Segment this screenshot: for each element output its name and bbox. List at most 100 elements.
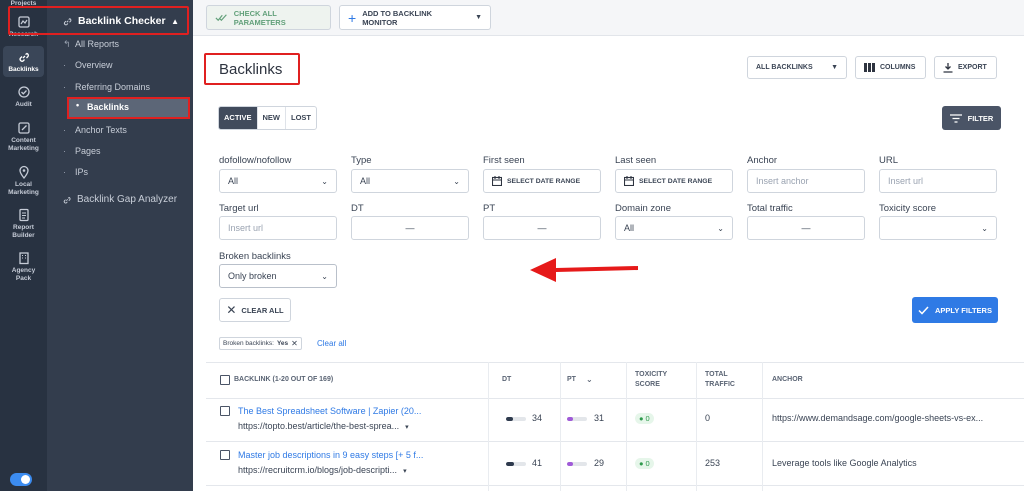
clear-all-button[interactable]: ✕ CLEAR ALL [219,298,291,322]
export-button[interactable]: EXPORT [934,56,997,79]
column-header-anchor[interactable]: ANCHOR [772,362,872,398]
column-header-dt[interactable]: DT [502,362,542,398]
rail-audit[interactable]: Audit [0,85,47,109]
sidebar-item-label: Overview [75,60,113,70]
target-url-input[interactable]: Insert url [219,216,337,240]
column-header-toxicity[interactable]: TOXICITY SCORE [635,362,681,398]
table-row-border [206,441,1024,442]
tab-new[interactable]: NEW [258,107,287,129]
range-separator: — [537,223,547,233]
type-label: Type [351,155,372,166]
rail-agency-pack[interactable]: Agency Pack [0,251,47,282]
pt-value: 31 [594,413,605,423]
sidebar-item-pages[interactable]: · Pages [63,143,101,159]
dt-bar-fill [506,417,513,421]
url-input[interactable]: Insert url [879,169,997,193]
rail-backlinks[interactable]: Backlinks [3,46,44,77]
total-traffic-range-input[interactable]: — [747,216,865,240]
bullet-icon: · [63,82,66,92]
rail-local-marketing[interactable]: Local Marketing [0,165,47,196]
sidebar-section-backlink-checker[interactable]: Backlink Checker ▲ [55,8,187,34]
type-select[interactable]: All ⌄ [351,169,469,193]
dofollow-select[interactable]: All ⌄ [219,169,337,193]
chevron-down-icon: ⌄ [321,176,328,186]
domain-zone-value: All [624,223,635,233]
toxicity-select[interactable]: ⌄ [879,216,997,240]
range-separator: — [405,223,415,233]
add-to-monitor-button[interactable]: + ADD TO BACKLINK MONITOR ▼ [339,5,491,30]
sidebar-item-ips[interactable]: · IPs [63,164,88,180]
sidebar-item-overview[interactable]: · Overview [63,57,113,73]
apply-filters-button[interactable]: APPLY FILTERS [912,297,998,323]
rail-report-builder[interactable]: Report Builder [0,208,47,239]
sidebar-item-all-reports[interactable]: ↰ All Reports [63,36,120,52]
sidebar-item-referring-domains[interactable]: · Referring Domains [63,79,151,95]
range-separator: — [801,223,811,233]
column-divider [762,362,763,491]
dofollow-value: All [228,176,239,186]
backlink-title-link[interactable]: Master job descriptions in 9 easy steps … [238,450,423,460]
columns-label: COLUMNS [880,64,916,71]
export-label: EXPORT [958,64,987,71]
dt-range-input[interactable]: — [351,216,469,240]
domain-zone-select[interactable]: All ⌄ [615,216,733,240]
column-header-backlink[interactable]: BACKLINK (1-20 OUT OF 169) [234,362,474,398]
all-backlinks-label: ALL BACKLINKS [756,64,813,71]
sidebar-item-label: Referring Domains [75,82,151,92]
bullet-icon: · [63,60,66,70]
rail-agency-label: Agency Pack [11,267,36,282]
chevron-down-icon: ⌄ [717,223,724,233]
clear-all-label: CLEAR ALL [241,305,284,315]
type-value: All [360,176,371,186]
caret-down-icon: ▾ [405,424,409,431]
first-seen-date-picker[interactable]: SELECT DATE RANGE [483,169,601,193]
backlink-url[interactable]: https://topto.best/article/the-best-spre… [238,421,409,431]
columns-button[interactable]: COLUMNS [855,56,926,79]
filter-icon [949,113,962,123]
pt-range-input[interactable]: — [483,216,601,240]
backlink-title-link[interactable]: The Best Spreadsheet Software | Zapier (… [238,406,421,416]
rail-report-label: Report Builder [12,224,35,239]
tab-active[interactable]: ACTIVE [219,107,258,129]
chip-label: Broken backlinks: [223,340,274,347]
backlink-url[interactable]: https://recruitcrm.io/blogs/job-descript… [238,465,407,475]
row-checkbox[interactable] [220,450,230,460]
check-all-parameters-button[interactable]: CHECK ALL PARAMETERS [206,5,331,30]
main-content: CHECK ALL PARAMETERS + ADD TO BACKLINK M… [193,0,1024,491]
red-arrow-annotation [530,258,638,282]
dt-label: DT [351,203,364,214]
rail-local-label: Local Marketing [8,181,39,196]
first-seen-value: SELECT DATE RANGE [507,177,581,185]
column-header-traffic[interactable]: TOTAL TRAFFIC [705,362,751,398]
clear-all-link[interactable]: Clear all [317,339,346,348]
bullet-icon: · [63,167,66,177]
all-backlinks-dropdown[interactable]: ALL BACKLINKS ▼ [747,56,847,79]
broken-backlinks-select[interactable]: Only broken ⌄ [219,264,337,288]
filter-button[interactable]: FILTER [942,106,1001,130]
caret-down-icon: ▾ [403,468,407,475]
select-all-checkbox[interactable] [220,375,230,385]
tab-lost[interactable]: LOST [286,107,316,129]
calendar-icon [492,176,502,186]
theme-toggle[interactable] [10,473,32,486]
back-arrow-icon: ↰ [63,39,71,49]
sidebar-item-label: All Reports [75,39,120,49]
last-seen-value: SELECT DATE RANGE [639,177,713,185]
last-seen-date-picker[interactable]: SELECT DATE RANGE [615,169,733,193]
column-divider [696,362,697,491]
sidebar-item-gap-analyzer[interactable]: Backlink Gap Analyzer [62,194,177,205]
anchor-value: Leverage tools like Google Analytics [772,458,917,468]
rail-content-marketing[interactable]: Content Marketing [0,121,47,152]
sidebar-item-anchor-texts[interactable]: · Anchor Texts [63,122,127,138]
target-url-label: Target url [219,203,259,214]
sidebar-item-backlinks[interactable]: • Backlinks [67,97,190,119]
table-header-border [206,398,1024,399]
row-checkbox[interactable] [220,406,230,416]
domain-zone-label: Domain zone [615,203,671,214]
column-header-pt[interactable]: PT ⌄ [567,362,617,398]
anchor-label: Anchor [747,155,778,166]
close-icon: ✕ [226,303,237,317]
close-icon[interactable]: ✕ [291,339,298,348]
anchor-input[interactable]: Insert anchor [747,169,865,193]
total-traffic-label: Total traffic [747,203,793,214]
